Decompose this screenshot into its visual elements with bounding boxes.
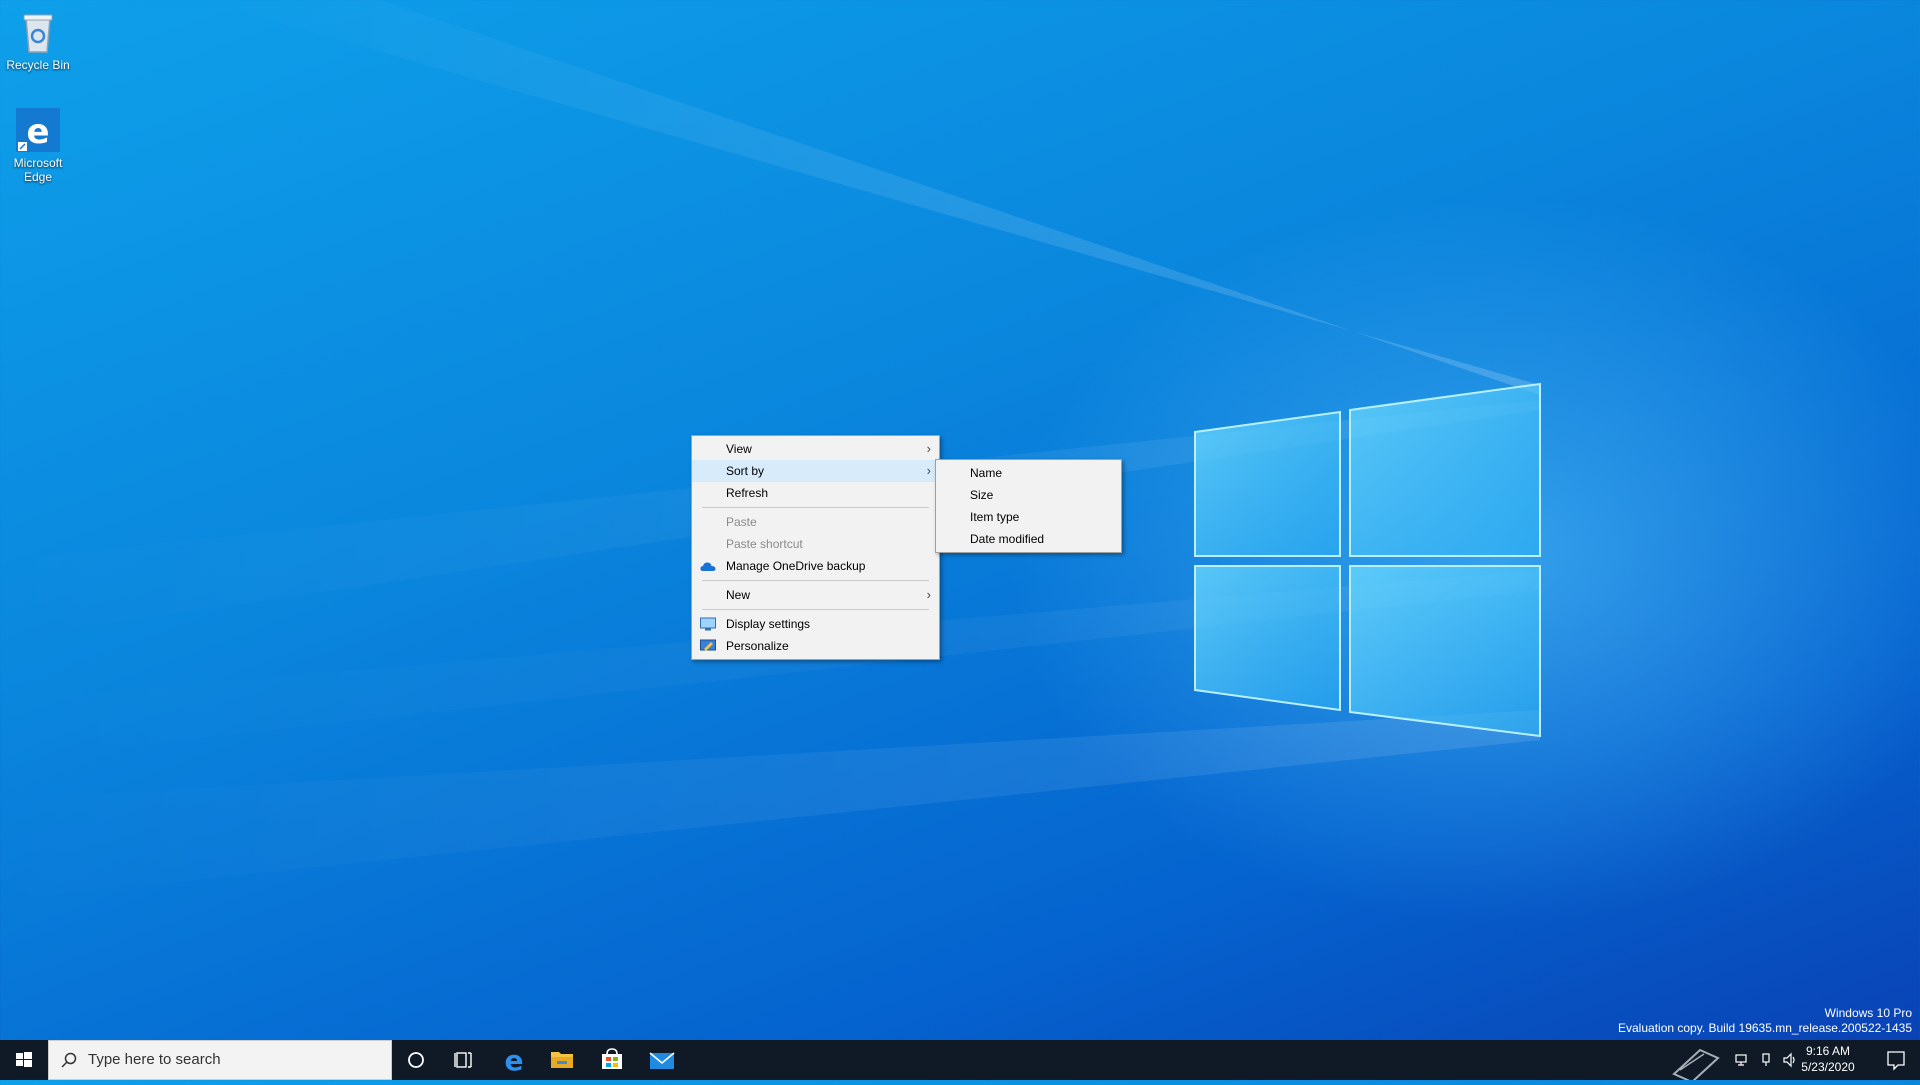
menu-item-new[interactable]: New › — [692, 584, 939, 606]
onedrive-cloud-icon — [700, 562, 716, 571]
menu-item-paste[interactable]: Paste — [692, 511, 939, 533]
watermark-edition: Windows 10 Pro — [1824, 1006, 1912, 1020]
display-monitor-icon — [700, 617, 716, 631]
clock-date: 5/23/2020 — [1801, 1060, 1855, 1074]
menu-item-manage-onedrive-backup[interactable]: Manage OneDrive backup — [692, 555, 939, 577]
taskbar-clock[interactable]: 9:16 AM 5/23/2020 — [1788, 1043, 1868, 1075]
menu-item-label: Sort by — [726, 464, 765, 478]
clock-time: 9:16 AM — [1805, 1044, 1851, 1058]
personalize-icon — [700, 639, 716, 651]
desktop-icon-label: Recycle Bin — [6, 58, 70, 72]
recycle-bin-icon — [14, 8, 62, 56]
desktop-context-menu: View › Sort by › Refresh Paste Paste sho… — [691, 435, 940, 660]
menu-item-label: View — [726, 442, 752, 456]
menu-item-label: Refresh — [726, 486, 769, 500]
start-button[interactable] — [0, 1040, 48, 1080]
notification-icon — [1887, 1051, 1905, 1071]
sort-by-submenu: Name Size Item type Date modified — [935, 459, 1122, 553]
menu-item-label: Display settings — [726, 617, 811, 631]
desktop-icon-microsoft-edge[interactable]: e Microsoft Edge — [4, 106, 72, 184]
menu-item-personalize[interactable]: Personalize — [692, 635, 939, 657]
submenu-item-date-modified[interactable]: Date modified — [936, 528, 1121, 550]
windows-start-icon — [16, 1052, 32, 1067]
windows-logo-wallpaper — [1194, 382, 1541, 738]
edge-icon: e — [505, 1044, 524, 1077]
submenu-item-label: Item type — [970, 510, 1020, 524]
menu-separator — [702, 609, 929, 610]
cortana-button[interactable] — [392, 1040, 440, 1080]
submenu-item-label: Name — [970, 466, 1003, 480]
menu-separator — [702, 507, 929, 508]
task-view-icon — [454, 1052, 472, 1068]
menu-item-label: Paste shortcut — [726, 537, 803, 551]
menu-item-label: Manage OneDrive backup — [726, 559, 866, 573]
submenu-item-name[interactable]: Name — [936, 462, 1121, 484]
svg-text:e: e — [26, 112, 49, 152]
menu-item-label: Paste — [726, 515, 757, 529]
action-center-button[interactable] — [1872, 1040, 1920, 1080]
chevron-right-icon: › — [926, 441, 931, 456]
search-placeholder: Type here to search — [88, 1051, 221, 1068]
menu-separator — [702, 580, 929, 581]
submenu-item-label: Size — [970, 488, 994, 502]
watermark-build: Evaluation copy. Build 19635.mn_release.… — [1618, 1021, 1912, 1035]
submenu-item-item-type[interactable]: Item type — [936, 506, 1121, 528]
mail-envelope-icon — [649, 1052, 675, 1069]
menu-item-paste-shortcut[interactable]: Paste shortcut — [692, 533, 939, 555]
folder-icon — [551, 1052, 573, 1068]
taskbar-file-explorer-button[interactable] — [538, 1040, 586, 1080]
menu-item-label: New — [726, 588, 751, 602]
taskbar-store-button[interactable] — [588, 1040, 636, 1080]
taskbar-mail-button[interactable] — [638, 1040, 686, 1080]
desktop-icon-recycle-bin[interactable]: Recycle Bin — [4, 8, 72, 72]
network-icon[interactable] — [1734, 1052, 1750, 1068]
search-icon — [61, 1052, 77, 1068]
edge-icon: e — [14, 106, 62, 154]
cortana-circle-icon — [408, 1052, 424, 1068]
menu-item-view[interactable]: View › — [692, 438, 939, 460]
taskbar-search-box[interactable]: Type here to search — [48, 1040, 392, 1080]
chevron-right-icon: › — [926, 587, 931, 602]
menu-item-sort-by[interactable]: Sort by › — [692, 460, 939, 482]
svg-text:e: e — [505, 1044, 524, 1077]
menu-item-label: Personalize — [726, 639, 789, 653]
submenu-item-size[interactable]: Size — [936, 484, 1121, 506]
taskbar-edge-button[interactable]: e — [490, 1040, 538, 1080]
store-bag-icon — [602, 1048, 622, 1069]
desktop-icon-label: Microsoft Edge — [13, 156, 63, 184]
task-view-button[interactable] — [440, 1040, 488, 1080]
usb-device-icon[interactable] — [1758, 1052, 1774, 1068]
taskbar: Type here to search e 9:16 AM 5/23/2020 — [0, 1040, 1920, 1084]
submenu-item-label: Date modified — [970, 532, 1045, 546]
menu-item-display-settings[interactable]: Display settings — [692, 613, 939, 635]
chevron-right-icon: › — [926, 463, 931, 478]
menu-item-refresh[interactable]: Refresh — [692, 482, 939, 504]
windows-watermark: Windows 10 Pro Evaluation copy. Build 19… — [1618, 1006, 1912, 1036]
